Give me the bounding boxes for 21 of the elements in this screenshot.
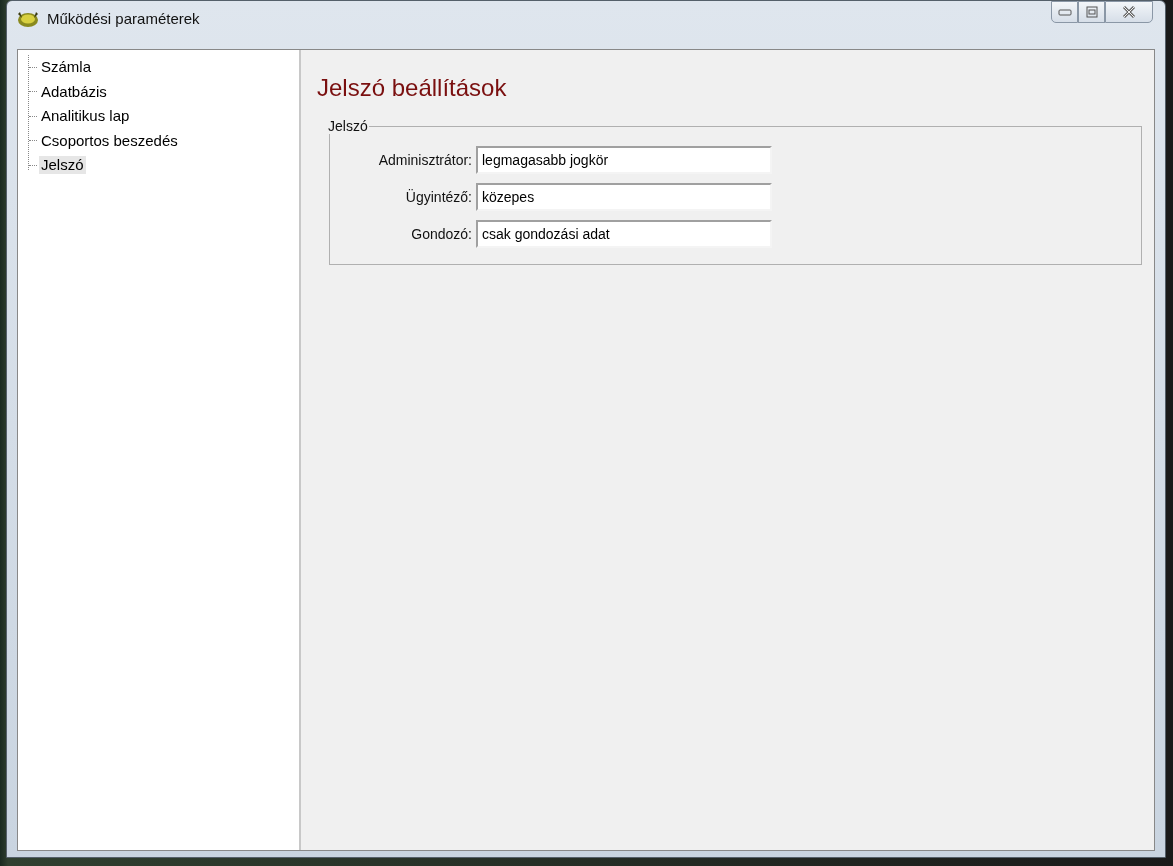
tree-item[interactable]: Jelszó: [39, 156, 86, 175]
close-icon: [1122, 6, 1136, 18]
field-label: Ügyintéző:: [404, 189, 472, 205]
minimize-button[interactable]: [1051, 1, 1078, 23]
field-label: Gondozó:: [410, 226, 472, 242]
input-field[interactable]: közepes: [476, 183, 772, 211]
tree-item[interactable]: Csoportos beszedés: [39, 131, 180, 150]
maximize-button[interactable]: [1078, 1, 1105, 23]
input-field[interactable]: csak gondozási adat: [476, 220, 772, 248]
close-button[interactable]: [1105, 1, 1153, 23]
group-legend: Jelszó: [327, 118, 369, 134]
panel-heading: Jelszó beállítások: [317, 74, 508, 102]
tree-item[interactable]: Adatbázis: [39, 82, 109, 101]
tree-item[interactable]: Számla: [39, 58, 94, 77]
app-icon: [17, 10, 39, 28]
maximize-icon: [1085, 6, 1098, 18]
field-label: Adminisztrátor:: [377, 152, 472, 168]
tree-item[interactable]: Analitikus lap: [39, 107, 132, 126]
window-title: Működési paraméterek: [47, 9, 200, 29]
minimize-icon: [1057, 8, 1072, 16]
input-field[interactable]: legmagasabb jogkör: [476, 146, 772, 174]
